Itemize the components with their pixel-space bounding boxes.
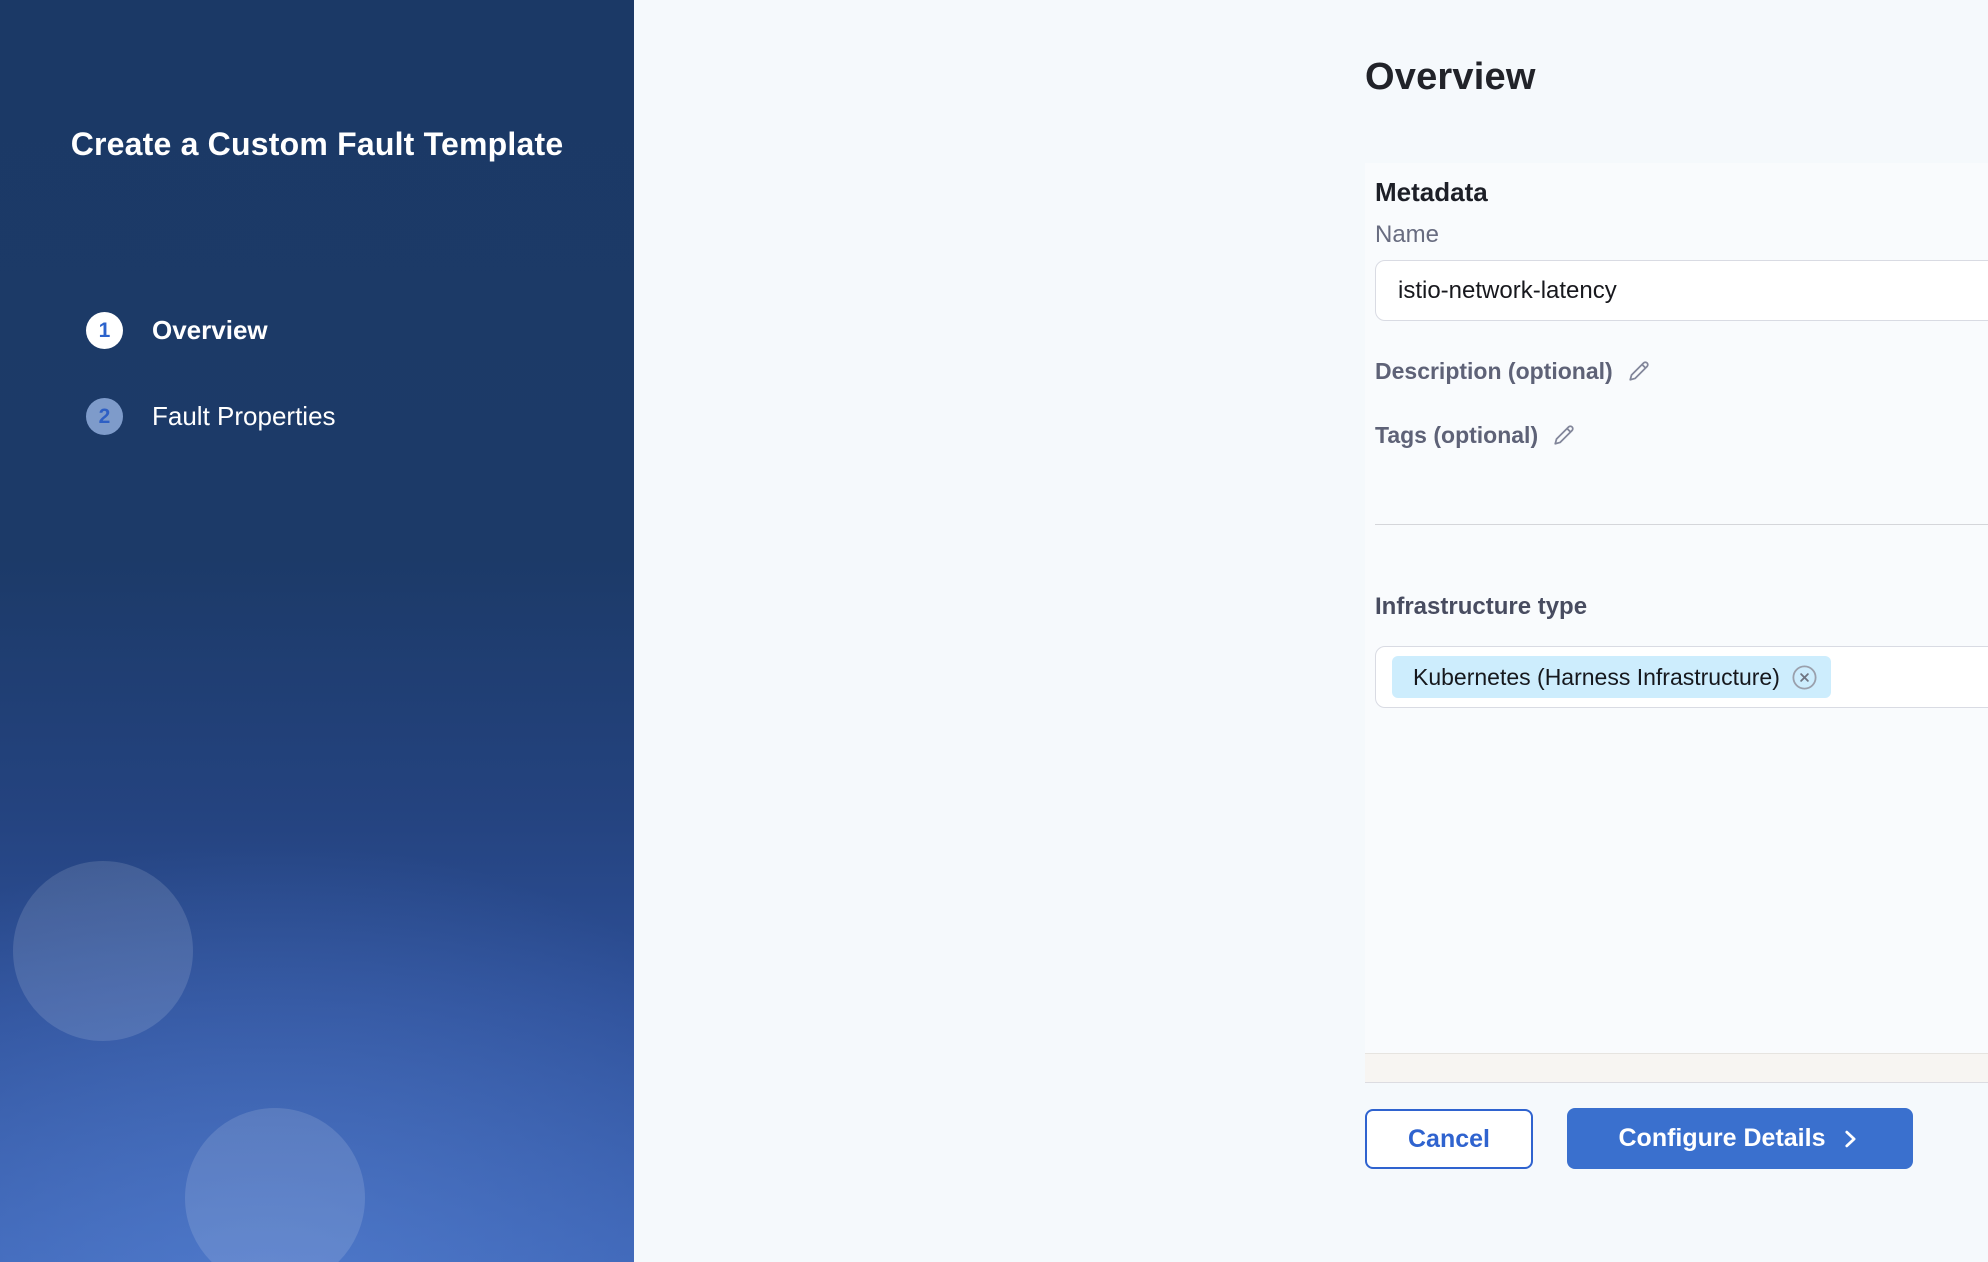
overview-form: Metadata Name Id : istio-networ...	[1375, 163, 1988, 1083]
wizard-steps: 1 Overview 2 Fault Properties	[86, 312, 336, 435]
infrastructure-type-label: Infrastructure type	[1375, 593, 1587, 621]
tags-row: Tags (optional)	[1375, 421, 1578, 449]
chevron-right-icon	[1839, 1128, 1861, 1150]
configure-details-label: Configure Details	[1619, 1124, 1826, 1153]
form-scroll-container: Metadata Name Id : istio-networ...	[1365, 163, 1988, 1083]
description-label: Description (optional)	[1375, 358, 1613, 385]
infrastructure-chip-label: Kubernetes (Harness Infrastructure)	[1413, 664, 1780, 691]
configure-details-button[interactable]: Configure Details	[1567, 1108, 1913, 1169]
harness-logo-watermark	[0, 824, 230, 1079]
step-overview[interactable]: 1 Overview	[86, 312, 336, 349]
edit-tags-icon[interactable]	[1550, 421, 1578, 449]
description-row: Description (optional)	[1375, 357, 1653, 385]
metadata-section-title: Metadata	[1375, 177, 1488, 208]
circle-x-icon	[1790, 663, 1819, 692]
name-id-row: Name Id : istio-networ...	[1375, 221, 1988, 249]
tags-label: Tags (optional)	[1375, 422, 1538, 449]
harness-logo-watermark	[0, 1069, 20, 1262]
page-title: Overview	[1365, 56, 1536, 99]
wizard-title: Create a Custom Fault Template	[0, 120, 634, 168]
chip-remove-button[interactable]	[1790, 663, 1819, 692]
step-2-badge: 2	[86, 398, 123, 435]
overview-panel: Overview Metadata Name Id :	[634, 0, 1988, 1262]
step-2-label: Fault Properties	[152, 401, 336, 432]
wizard-sidebar: Create a Custom Fault Template 1 Overvie…	[0, 0, 634, 1262]
edit-description-icon[interactable]	[1625, 357, 1653, 385]
name-label: Name	[1375, 221, 1439, 249]
cancel-button[interactable]: Cancel	[1365, 1109, 1533, 1169]
step-fault-properties[interactable]: 2 Fault Properties	[86, 398, 336, 435]
infrastructure-chip: Kubernetes (Harness Infrastructure)	[1392, 656, 1831, 698]
step-1-label: Overview	[152, 315, 268, 346]
harness-logo-watermark	[148, 1071, 403, 1262]
infrastructure-type-input[interactable]: Kubernetes (Harness Infrastructure)	[1375, 646, 1988, 708]
step-1-badge: 1	[86, 312, 123, 349]
name-input[interactable]	[1375, 260, 1988, 321]
section-divider	[1375, 524, 1988, 525]
